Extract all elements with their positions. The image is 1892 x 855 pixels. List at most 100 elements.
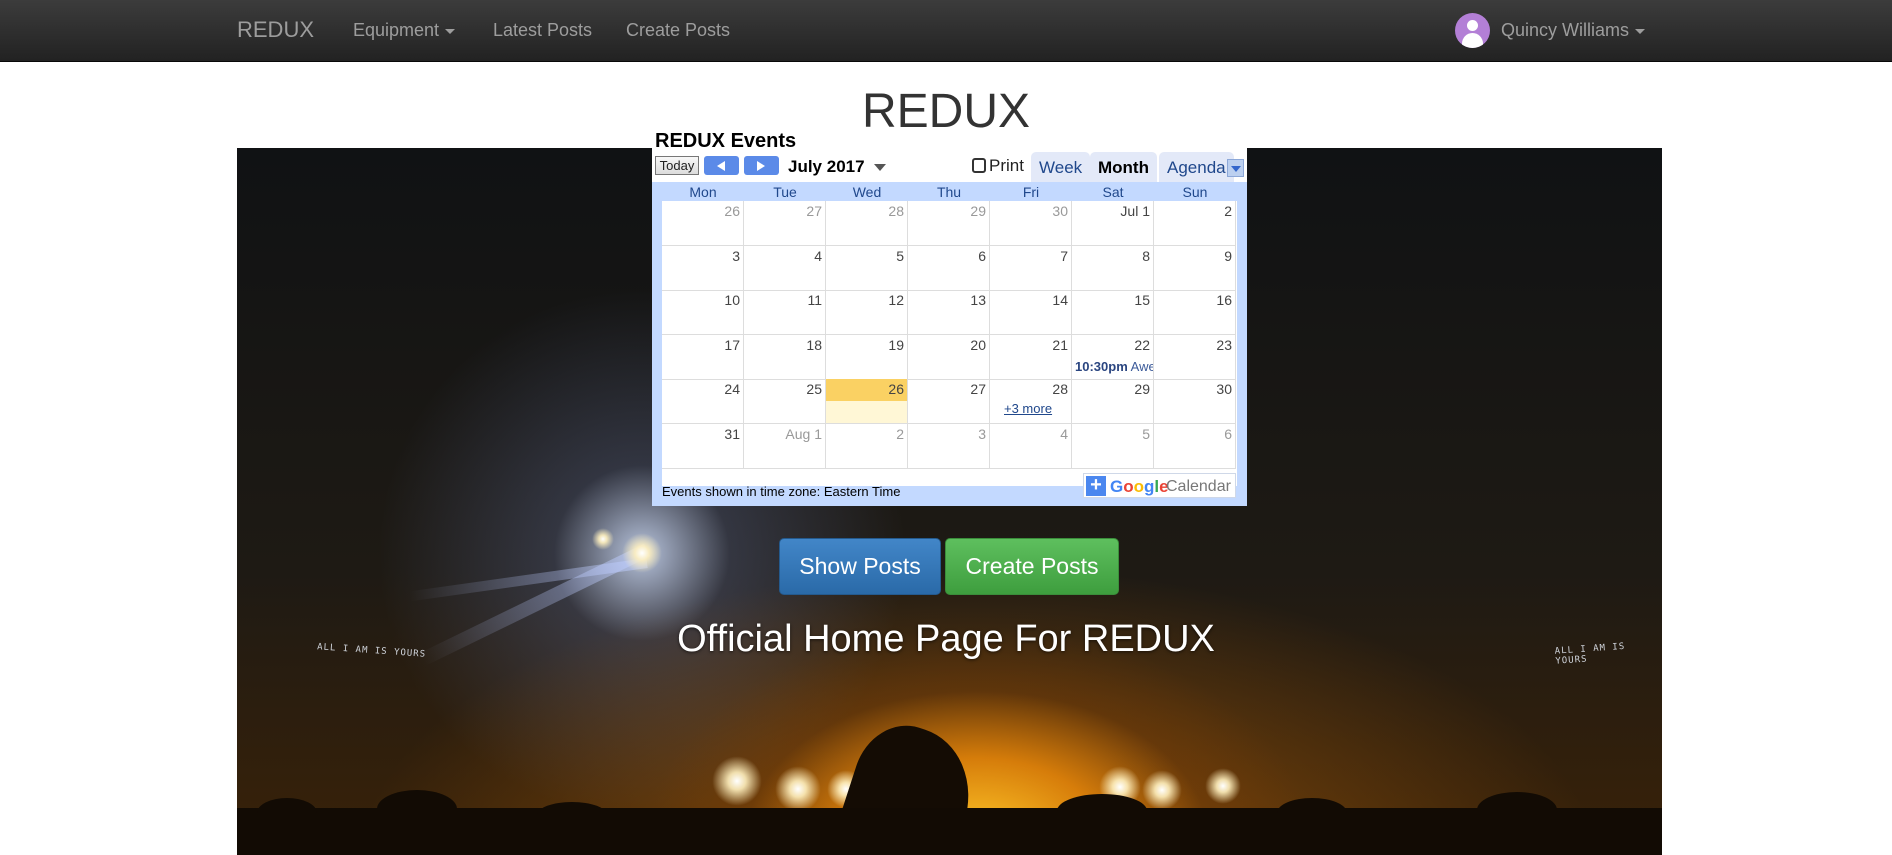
day-number: 30 — [1216, 381, 1232, 397]
day-number: 25 — [806, 381, 822, 397]
brand-link[interactable]: REDUX — [237, 17, 314, 43]
calendar-day-cell[interactable]: 22 10:30pm Awe — [1072, 335, 1154, 380]
day-number: 11 — [807, 292, 822, 308]
calendar-grid: Mon Tue Wed Thu Fri Sat Sun 26 27 28 29 30 Ju… — [652, 182, 1247, 506]
calendar-day-cell[interactable]: 3 — [908, 424, 990, 469]
calendar-weeks: 26 27 28 29 30 Jul 1 2 3 4 5 6 7 8 9 10 11 12 13 14 15 16 17 1… — [662, 201, 1237, 486]
calendar-day-cell[interactable]: 25 — [744, 379, 826, 424]
day-number: 15 — [1134, 292, 1150, 308]
calendar-day-cell[interactable]: 23 — [1154, 335, 1236, 380]
weekday-label: Mon — [689, 184, 717, 200]
google-calendar-add-button[interactable]: + Google Calendar — [1083, 473, 1236, 498]
tab-month[interactable]: Month — [1090, 152, 1157, 182]
calendar-day-cell[interactable]: 11 — [744, 290, 826, 335]
calendar-day-cell[interactable]: 26 — [826, 379, 908, 424]
month-picker-dropdown-icon[interactable] — [874, 164, 886, 171]
day-number: 30 — [1052, 203, 1068, 219]
calendar-day-cell[interactable]: 18 — [744, 335, 826, 380]
views-dropdown[interactable] — [1227, 159, 1244, 177]
day-number: 9 — [1224, 248, 1232, 264]
calendar-day-cell[interactable]: 12 — [826, 290, 908, 335]
day-number: 4 — [814, 248, 822, 264]
print-button[interactable]: Print — [972, 156, 1024, 176]
calendar-day-cell[interactable]: 10 — [662, 290, 744, 335]
day-number: 3 — [978, 426, 986, 442]
calendar-day-cell[interactable]: 4 — [990, 424, 1072, 469]
calendar-day-cell[interactable]: 5 — [1072, 424, 1154, 469]
weekday-label: Fri — [1022, 184, 1040, 200]
calendar-day-cell[interactable]: 4 — [744, 246, 826, 291]
weekday-label: Thu — [936, 184, 962, 200]
calendar-day-cell[interactable]: 6 — [908, 246, 990, 291]
calendar-day-cell[interactable]: Jul 1 — [1072, 201, 1154, 246]
calendar-day-cell[interactable]: 30 — [990, 201, 1072, 246]
calendar-day-cell[interactable]: 15 — [1072, 290, 1154, 335]
calendar-day-cell[interactable]: 24 — [662, 379, 744, 424]
calendar-day-cell[interactable]: 6 — [1154, 424, 1236, 469]
day-number: 27 — [970, 381, 986, 397]
day-number: 22 — [1134, 337, 1150, 353]
calendar-day-cell[interactable]: Aug 1 — [744, 424, 826, 469]
day-number: 27 — [806, 203, 822, 219]
day-number: 6 — [978, 248, 986, 264]
weekday-label: Tue — [773, 184, 797, 200]
weekday-label: Sat — [1102, 184, 1124, 200]
day-number: 12 — [888, 292, 904, 308]
user-avatar-icon[interactable] — [1455, 13, 1490, 48]
calendar-day-cell[interactable]: 27 — [908, 379, 990, 424]
calendar-day-cell[interactable]: 31 — [662, 424, 744, 469]
user-menu-dropdown[interactable]: Quincy Williams — [1501, 20, 1646, 41]
calendar-day-cell[interactable]: 2 — [1154, 201, 1236, 246]
tab-week[interactable]: Week — [1031, 152, 1091, 182]
day-number: 26 — [888, 381, 904, 397]
prev-month-button[interactable] — [704, 156, 739, 175]
calendar-day-cell[interactable]: 5 — [826, 246, 908, 291]
day-number: 19 — [888, 337, 904, 353]
calendar-day-cell[interactable]: 14 — [990, 290, 1072, 335]
calendar-day-cell[interactable]: 2 — [826, 424, 908, 469]
day-number: 23 — [1216, 337, 1232, 353]
calendar-event[interactable]: 10:30pm Awe — [1075, 359, 1153, 374]
calendar-title: REDUX Events — [655, 130, 797, 152]
nav-create-posts[interactable]: Create Posts — [626, 20, 730, 41]
day-number: 17 — [724, 337, 740, 353]
calendar-day-cell[interactable]: 7 — [990, 246, 1072, 291]
day-number: 3 — [732, 248, 740, 264]
calendar-day-cell[interactable]: 28 — [826, 201, 908, 246]
calendar-day-cell[interactable]: 19 — [826, 335, 908, 380]
calendar-day-cell[interactable]: 3 — [662, 246, 744, 291]
timezone-note: Events shown in time zone: Eastern Time — [662, 484, 901, 499]
calendar-day-cell[interactable]: 26 — [662, 201, 744, 246]
day-number: 31 — [724, 426, 740, 442]
calendar-day-cell[interactable]: 21 — [990, 335, 1072, 380]
calendar-day-cell[interactable]: 16 — [1154, 290, 1236, 335]
nav-latest-posts[interactable]: Latest Posts — [493, 20, 592, 41]
day-number: Jul 1 — [1120, 203, 1150, 219]
create-posts-button[interactable]: Create Posts — [945, 538, 1119, 595]
calendar-day-cell[interactable]: 30 — [1154, 379, 1236, 424]
nav-equipment-dropdown[interactable]: Equipment — [353, 20, 456, 41]
weekday-label: Sun — [1182, 184, 1208, 200]
show-posts-button[interactable]: Show Posts — [779, 538, 941, 595]
nav-equipment-label: Equipment — [353, 20, 440, 40]
arrow-left-icon — [717, 161, 725, 171]
day-number: 4 — [1060, 426, 1068, 442]
calendar-day-cell[interactable]: 9 — [1154, 246, 1236, 291]
calendar-day-cell[interactable]: 29 — [908, 201, 990, 246]
month-label: July 2017 — [788, 157, 865, 176]
day-number: Aug 1 — [785, 426, 822, 442]
calendar-day-cell[interactable]: 28 +3 more — [990, 379, 1072, 424]
calendar-day-cell[interactable]: 29 — [1072, 379, 1154, 424]
next-month-button[interactable] — [744, 156, 779, 175]
more-events-link[interactable]: +3 more — [1004, 401, 1052, 416]
calendar-day-cell[interactable]: 20 — [908, 335, 990, 380]
top-navbar: REDUX Equipment Latest Posts Create Post… — [0, 0, 1892, 62]
calendar-day-cell[interactable]: 13 — [908, 290, 990, 335]
calendar-day-cell[interactable]: 17 — [662, 335, 744, 380]
tab-agenda[interactable]: Agenda — [1159, 152, 1234, 182]
calendar-day-cell[interactable]: 8 — [1072, 246, 1154, 291]
day-number: 8 — [1142, 248, 1150, 264]
today-button[interactable]: Today — [655, 156, 699, 175]
calendar-day-cell[interactable]: 27 — [744, 201, 826, 246]
day-number: 28 — [1052, 381, 1068, 397]
